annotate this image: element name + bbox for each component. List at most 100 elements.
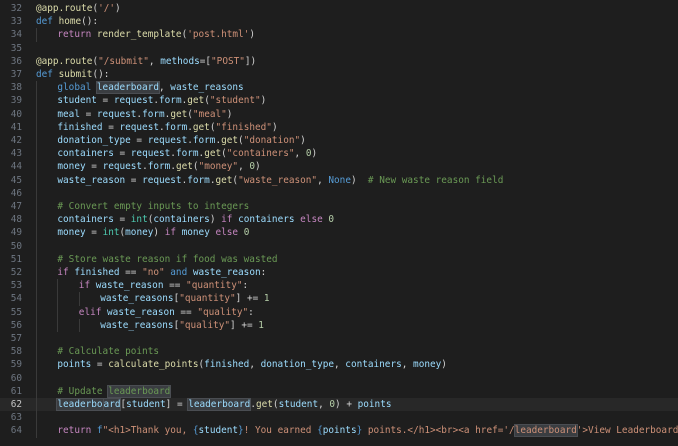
code-line[interactable]: 58 # Calculate points — [0, 345, 678, 359]
line-number: 52 — [10, 267, 22, 278]
code-token: int — [130, 214, 148, 226]
code-line[interactable]: 43 containers = request.form.get("contain… — [0, 147, 678, 161]
code-line[interactable]: 44 money = request.form.get("money", 0) — [0, 160, 678, 174]
code-token: ) — [271, 121, 278, 133]
code-line[interactable]: 38 global leaderboard, waste_reasons — [0, 81, 678, 95]
code-line[interactable]: 40 meal = request.form.get("meal") — [0, 107, 678, 121]
code-token: "donation" — [243, 135, 301, 146]
code-token: form — [192, 135, 216, 146]
line-number: 59 — [10, 359, 22, 371]
code-line[interactable]: 35 — [0, 42, 678, 55]
code-line[interactable]: 45 waste_reason = request.form.get("waste… — [0, 173, 678, 187]
code-token: and — [164, 267, 193, 278]
code-token: request — [130, 148, 171, 160]
code-line[interactable]: 54 waste_reasons["quantity"] += 1 — [0, 292, 678, 306]
code-line[interactable]: 47 # Convert empty inputs to integers — [0, 200, 678, 214]
indent-guide — [36, 266, 37, 280]
code-token: meal — [57, 108, 80, 120]
code-line[interactable]: 41 finished = request.form.get("finished"… — [0, 120, 678, 134]
indent-guide — [36, 239, 37, 253]
code-line[interactable]: 36 @app.route("/submit", methods=["POST"]… — [0, 55, 678, 68]
code-line[interactable]: 32 @app.route('/') — [0, 2, 678, 15]
code-line[interactable]: 61 # Update leaderboard — [0, 384, 678, 398]
indent-guide — [78, 292, 80, 306]
code-token: waste_reason — [57, 174, 126, 186]
code-token: ) — [209, 214, 222, 226]
code-token: = — [113, 214, 131, 226]
code-token: else — [294, 214, 329, 226]
indent-guide — [36, 160, 37, 174]
code-token: elif — [78, 306, 108, 318]
code-line[interactable]: 51 # Store waste reason if food was waste… — [0, 252, 678, 266]
code-token: request — [147, 135, 188, 146]
code-token: '/' — [98, 3, 116, 14]
code-token: "quality" — [179, 319, 231, 331]
indent-guide — [36, 173, 37, 187]
code-line[interactable]: 39 student = request.form.get("student") — [0, 94, 678, 108]
code-line[interactable]: 64 return f"<h1>Thank you, {student}! You… — [0, 424, 678, 438]
line-number: 40 — [10, 108, 22, 120]
code-editor[interactable]: 32 @app.route('/') 33 def home(): 34 return r… — [0, 0, 678, 446]
code-line[interactable]: 55 elif waste_reason == "quality": — [0, 305, 678, 319]
code-text: money = request.form.get("money", 0) — [57, 160, 260, 173]
code-line[interactable]: 63 — [0, 411, 678, 425]
code-line[interactable]: 46 — [0, 186, 678, 200]
code-token: request — [142, 174, 182, 186]
code-token: waste_reason — [95, 280, 164, 292]
code-token: money — [57, 227, 86, 239]
code-token: "no" — [142, 267, 165, 278]
code-line[interactable]: 62 leaderboard[student] = leaderboard.get… — [0, 398, 678, 412]
code-token: ) — [441, 359, 447, 371]
code-token: ] += — [230, 319, 259, 331]
code-token: "quantity" — [179, 293, 236, 305]
code-line[interactable]: 42 donation_type = request.form.get("dona… — [0, 134, 678, 148]
code-text: # Update leaderboard — [57, 384, 172, 398]
code-text: points = calculate_points(finished, dona… — [57, 358, 447, 371]
indent-guide — [36, 186, 37, 200]
code-token: "student" — [209, 95, 261, 107]
code-token: waste_reasons — [100, 293, 174, 305]
code-token: , — [334, 359, 346, 371]
code-line[interactable]: 50 — [0, 239, 678, 253]
code-token: waste_reasons — [100, 319, 174, 331]
highlighted-token: leaderbo — [56, 398, 104, 411]
code-token: waste_reason — [192, 267, 261, 278]
code-token: render_template — [96, 29, 182, 41]
code-line[interactable]: 56 waste_reasons["quality"] += 1 — [0, 318, 678, 332]
code-line[interactable]: 37 def submit(): — [0, 68, 678, 81]
line-number: 34 — [10, 29, 22, 41]
code-text: @app.route("/submit", methods=["POST"]) — [36, 55, 256, 68]
code-token: 0 — [243, 227, 250, 239]
code-text: elif waste_reason == "quality": — [79, 306, 254, 319]
code-line[interactable]: 60 — [0, 371, 678, 385]
indent-guide — [36, 226, 37, 240]
line-number: 38 — [10, 82, 22, 94]
code-line[interactable]: 53 if waste_reason == "quantity": — [0, 279, 678, 293]
code-token: money — [181, 227, 210, 239]
code-token: else — [209, 227, 244, 239]
code-line[interactable]: 49 money = int(money) if money else 0 — [0, 226, 678, 240]
code-line[interactable]: 57 — [0, 332, 678, 346]
code-text: if waste_reason == "quantity": — [79, 279, 248, 292]
code-token: 'post.html' — [187, 29, 250, 41]
code-token: ]) — [244, 55, 257, 67]
code-token: form — [147, 161, 171, 173]
code-text: waste_reason = request.form.get("waste_r… — [57, 174, 503, 187]
code-token: : — [242, 280, 249, 292]
code-line[interactable]: 33 def home(): — [0, 15, 678, 28]
code-line[interactable]: 52 if finished == "no" and waste_reason: — [0, 266, 678, 280]
code-line[interactable]: 48 containers = int(containers) if contai… — [0, 213, 678, 227]
indent-guide — [36, 424, 37, 438]
code-token: get — [175, 161, 193, 173]
code-token: = — [113, 148, 131, 160]
code-token: == — [174, 306, 198, 318]
code-token: "meal" — [192, 108, 227, 120]
code-token: ) — [153, 227, 165, 239]
code-token: points — [357, 399, 392, 410]
code-token: @app.route — [36, 3, 93, 14]
code-token: donation_type — [57, 135, 131, 146]
code-line[interactable]: 59 points = calculate_points(finished, do… — [0, 358, 678, 372]
code-line[interactable]: 34 return render_template('post.html') — [0, 28, 678, 42]
line-number: 36 — [10, 55, 22, 67]
code-token: "waste_reason" — [238, 174, 318, 186]
